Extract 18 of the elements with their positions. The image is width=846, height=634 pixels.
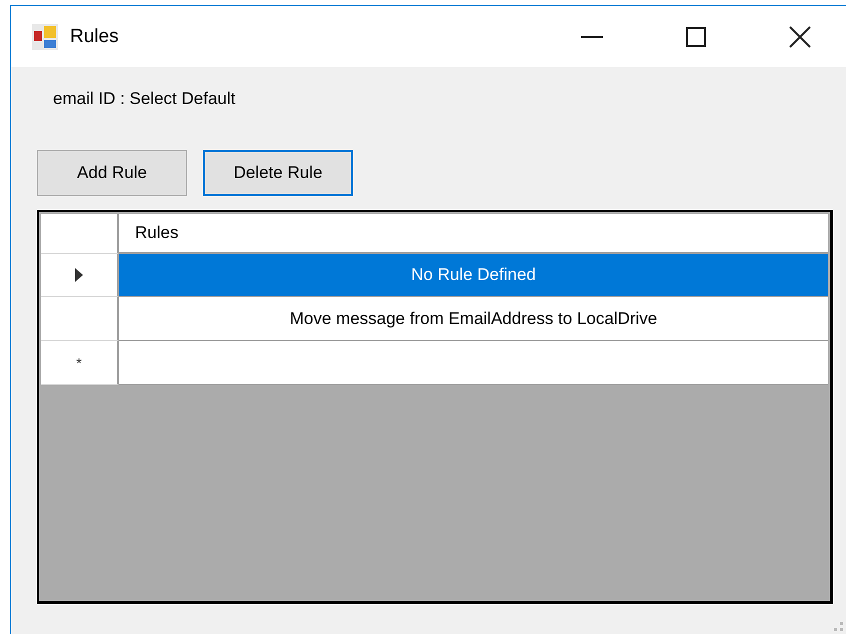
maximize-icon bbox=[686, 26, 706, 46]
row-header[interactable]: * bbox=[41, 341, 119, 385]
table-cell[interactable]: No Rule Defined bbox=[119, 254, 828, 297]
delete-rule-button[interactable]: Delete Rule bbox=[203, 150, 353, 196]
app-icon bbox=[32, 24, 58, 50]
add-rule-button[interactable]: Add Rule bbox=[37, 150, 187, 196]
new-row-marker: * bbox=[76, 354, 82, 370]
minimize-icon bbox=[581, 36, 603, 38]
close-icon bbox=[789, 26, 811, 48]
row-header[interactable] bbox=[41, 254, 119, 297]
resize-grip-icon[interactable] bbox=[834, 622, 844, 632]
table-cell[interactable]: Move message from EmailAddress to LocalDrive bbox=[119, 297, 828, 341]
row-header[interactable] bbox=[41, 297, 119, 341]
current-row-icon bbox=[75, 268, 83, 282]
table-cell[interactable] bbox=[119, 341, 828, 385]
column-header[interactable]: Rules bbox=[119, 214, 828, 254]
window-title: Rules bbox=[70, 26, 120, 48]
email-id-label: email ID : Select Default bbox=[53, 89, 236, 109]
